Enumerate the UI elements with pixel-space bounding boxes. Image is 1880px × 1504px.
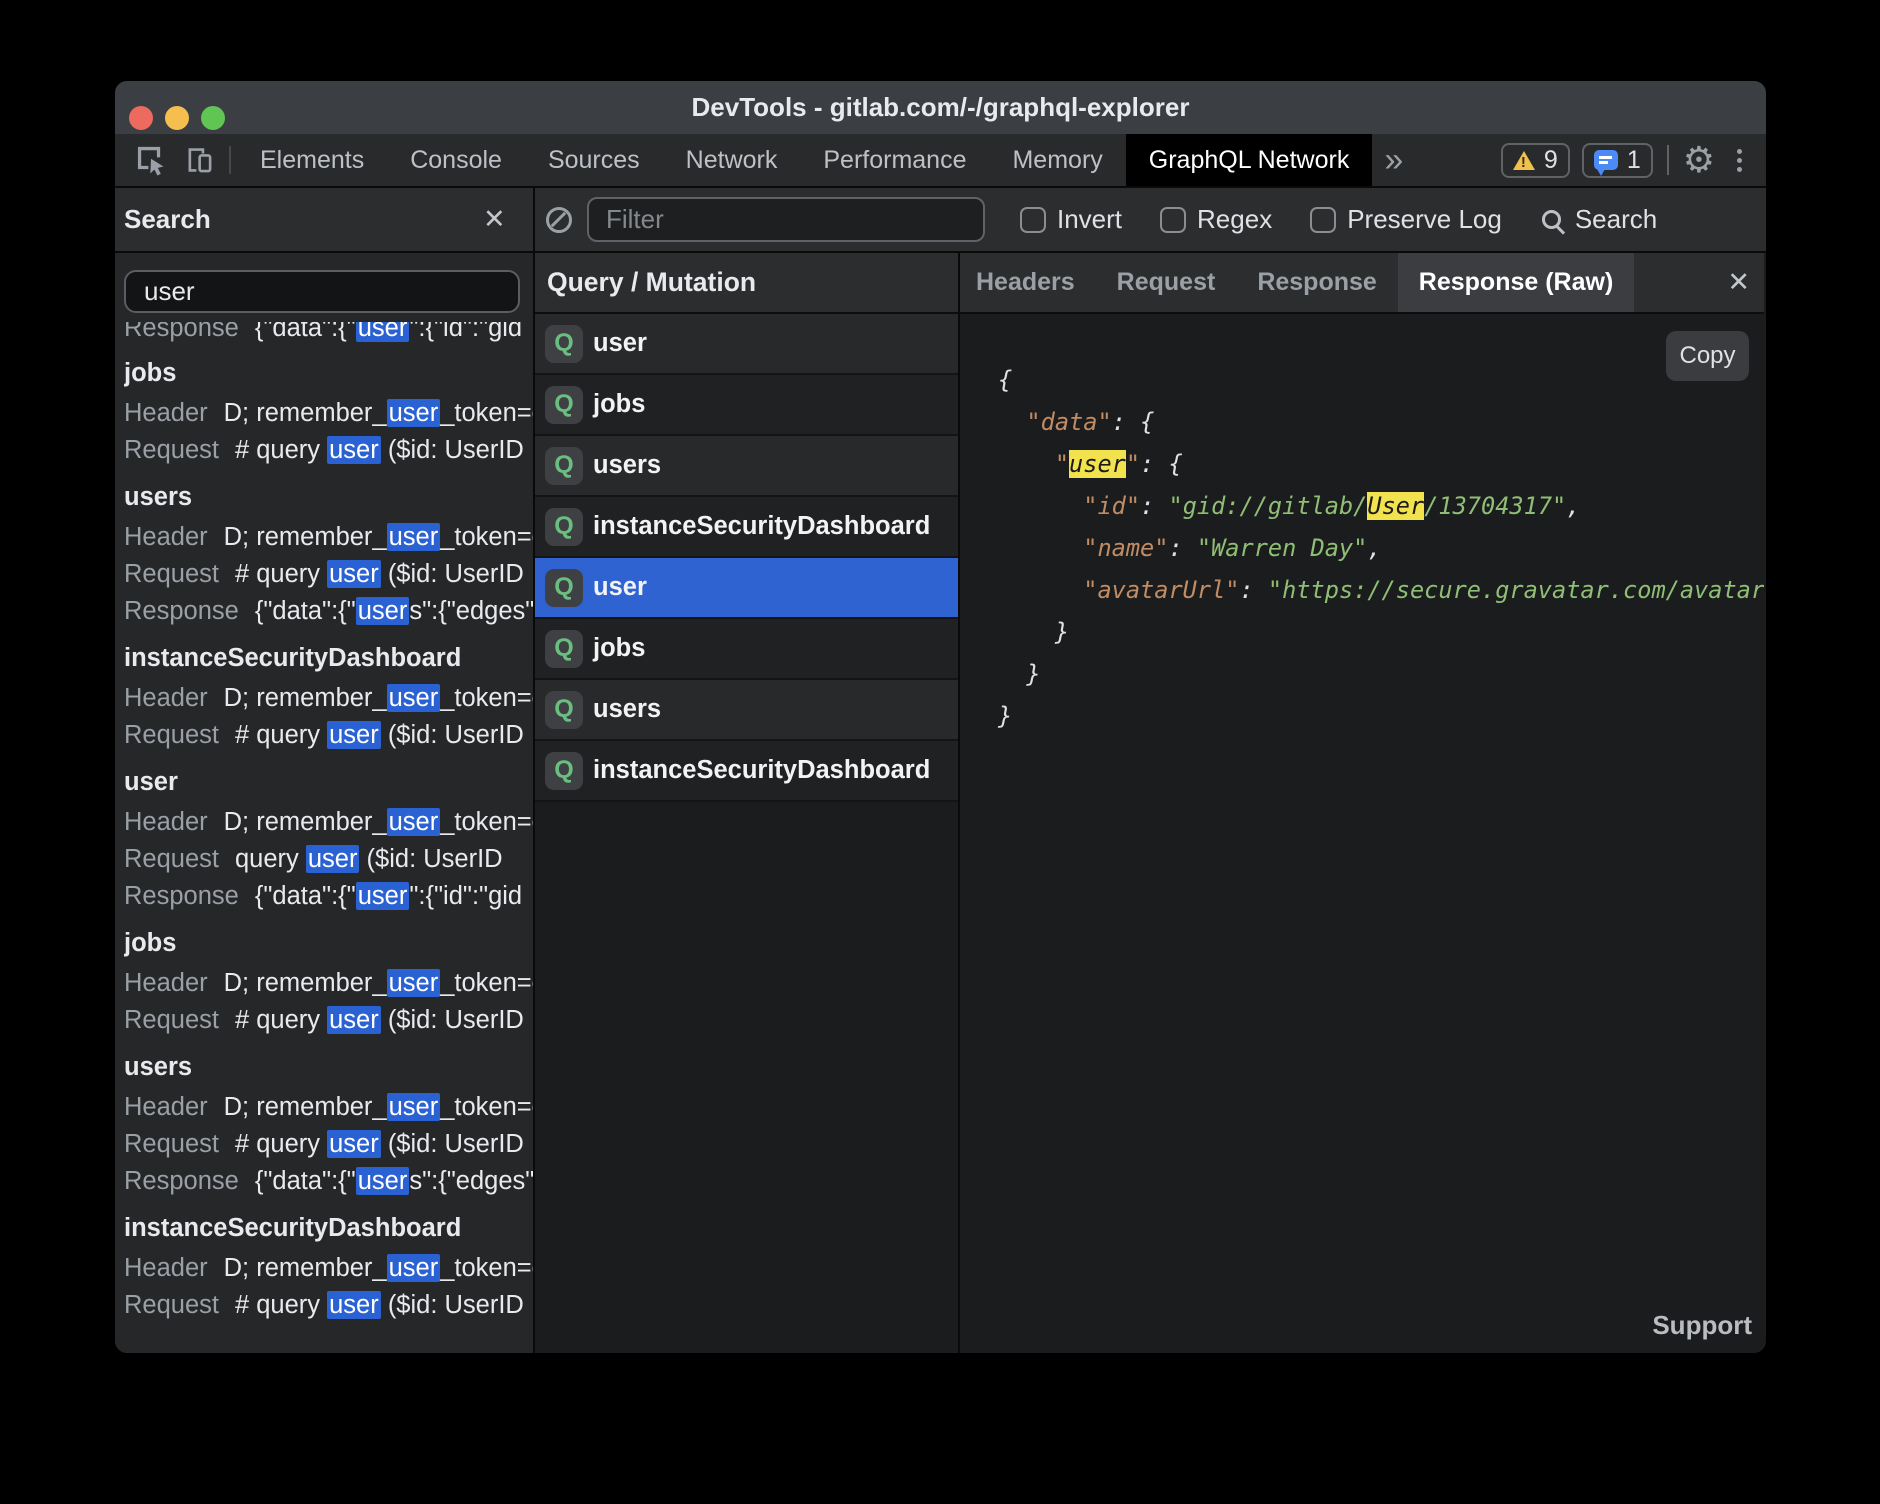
settings-gear-icon[interactable]: ⚙ bbox=[1683, 134, 1715, 186]
close-search-icon[interactable]: ✕ bbox=[483, 188, 506, 251]
search-result-group: instanceSecurityDashboardHeaderD; rememb… bbox=[124, 1210, 535, 1324]
query-list-item[interactable]: QinstanceSecurityDashboard bbox=[535, 497, 958, 558]
query-list-item[interactable]: Qusers bbox=[535, 680, 958, 741]
search-result-line[interactable]: Request# query user ($id: UserID bbox=[124, 556, 535, 593]
minimize-window-button[interactable] bbox=[165, 106, 189, 130]
search-icon[interactable] bbox=[1542, 210, 1561, 229]
support-link[interactable]: Support bbox=[1652, 1310, 1752, 1341]
tab-network[interactable]: Network bbox=[663, 134, 801, 186]
search-result-line[interactable]: Request# query user ($id: UserID bbox=[124, 1002, 535, 1039]
query-type-icon: Q bbox=[545, 386, 583, 424]
query-type-icon: Q bbox=[545, 569, 583, 607]
search-result-line[interactable]: HeaderD; remember_user_token=ey bbox=[124, 680, 535, 717]
query-type-icon: Q bbox=[545, 325, 583, 363]
query-list-header: Query / Mutation bbox=[535, 253, 958, 314]
search-result-group: jobsHeaderD; remember_user_token=eyReque… bbox=[124, 925, 535, 1039]
search-input[interactable]: user bbox=[124, 270, 520, 313]
search-results-list: Response{"data":{"user":{"id":"gid jobsHe… bbox=[124, 322, 535, 1353]
regex-label[interactable]: Regex bbox=[1197, 204, 1272, 235]
invert-checkbox[interactable] bbox=[1020, 207, 1046, 233]
toolbar-separator bbox=[229, 146, 231, 174]
query-list-item[interactable]: Qusers bbox=[535, 436, 958, 497]
query-list-item[interactable]: Quser bbox=[535, 558, 958, 619]
search-result-line[interactable]: Response{"data":{"user":{"id":"gid bbox=[124, 322, 535, 345]
search-result-line[interactable]: HeaderD; remember_user_token=ey bbox=[124, 395, 535, 432]
copy-button[interactable]: Copy bbox=[1666, 331, 1749, 381]
search-panel-header: Search ✕ bbox=[115, 188, 533, 251]
more-options-icon[interactable] bbox=[1737, 149, 1742, 172]
clear-icon[interactable] bbox=[546, 207, 572, 233]
preserve-log-label[interactable]: Preserve Log bbox=[1347, 204, 1502, 235]
search-result-line[interactable]: HeaderD; remember_user_token=ey bbox=[124, 519, 535, 556]
maximize-window-button[interactable] bbox=[201, 106, 225, 130]
device-toolbar-icon[interactable] bbox=[175, 134, 223, 186]
devtools-window: DevTools - gitlab.com/-/graphql-explorer… bbox=[115, 81, 1766, 1353]
search-result-group: instanceSecurityDashboardHeaderD; rememb… bbox=[124, 640, 535, 754]
warnings-badge[interactable]: 9 bbox=[1501, 143, 1570, 178]
search-result-line[interactable]: Request# query user ($id: UserID bbox=[124, 432, 535, 469]
search-result-group: usersHeaderD; remember_user_token=eyRequ… bbox=[124, 1049, 535, 1200]
search-result-line[interactable]: Request# query user ($id: UserID bbox=[124, 1126, 535, 1163]
filter-toolbar: Filter Invert Regex Preserve Log Search bbox=[533, 188, 1766, 251]
close-window-button[interactable] bbox=[129, 106, 153, 130]
query-type-icon: Q bbox=[545, 447, 583, 485]
search-result-line[interactable]: HeaderD; remember_user_token=ey bbox=[124, 804, 535, 841]
search-label[interactable]: Search bbox=[1575, 204, 1657, 235]
invert-label[interactable]: Invert bbox=[1057, 204, 1122, 235]
query-type-icon: Q bbox=[545, 691, 583, 729]
search-result-line[interactable]: Requestquery user ($id: UserID bbox=[124, 841, 535, 878]
inspect-element-icon[interactable] bbox=[127, 134, 175, 186]
tab-memory[interactable]: Memory bbox=[989, 134, 1125, 186]
message-icon bbox=[1594, 150, 1618, 170]
search-panel-title: Search bbox=[124, 204, 211, 235]
search-result-group: userHeaderD; remember_user_token=eyReque… bbox=[124, 764, 535, 915]
detail-tab-headers[interactable]: Headers bbox=[958, 253, 1096, 312]
tab-elements[interactable]: Elements bbox=[237, 134, 387, 186]
query-list-item[interactable]: Qjobs bbox=[535, 619, 958, 680]
detail-tab-request[interactable]: Request bbox=[1096, 253, 1237, 312]
detail-panel: HeadersRequestResponseResponse (Raw) ✕ {… bbox=[958, 253, 1764, 1353]
query-type-icon: Q bbox=[545, 752, 583, 790]
search-result-line[interactable]: Response{"data":{"users":{"edges":[user bbox=[124, 593, 535, 630]
search-result-line[interactable]: HeaderD; remember_user_token=ey bbox=[124, 1089, 535, 1126]
preserve-log-checkbox[interactable] bbox=[1310, 207, 1336, 233]
more-tabs-chevron[interactable]: » bbox=[1384, 134, 1403, 186]
search-result-group: usersHeaderD; remember_user_token=eyRequ… bbox=[124, 479, 535, 630]
tab-performance[interactable]: Performance bbox=[800, 134, 989, 186]
traffic-lights bbox=[129, 106, 225, 130]
search-result-line[interactable]: Request# query user ($id: UserID bbox=[124, 717, 535, 754]
detail-tab-response-raw-[interactable]: Response (Raw) bbox=[1398, 253, 1634, 312]
search-results-panel: user Response{"data":{"user":{"id":"gid j… bbox=[115, 253, 535, 1353]
tab-sources[interactable]: Sources bbox=[525, 134, 663, 186]
tab-console[interactable]: Console bbox=[387, 134, 525, 186]
query-list-panel: Query / Mutation QuserQjobsQusersQinstan… bbox=[535, 253, 958, 1353]
window-title: DevTools - gitlab.com/-/graphql-explorer bbox=[692, 92, 1190, 123]
devtools-tab-bar: ElementsConsoleSourcesNetworkPerformance… bbox=[115, 134, 1766, 188]
search-result-line[interactable]: HeaderD; remember_user_token=ey bbox=[124, 965, 535, 1002]
filter-input[interactable]: Filter bbox=[587, 197, 985, 242]
tab-graphql-network[interactable]: GraphQL Network bbox=[1126, 134, 1373, 186]
search-result-line[interactable]: Response{"data":{"user":{"id":"gid bbox=[124, 878, 535, 915]
query-list-item[interactable]: QinstanceSecurityDashboard bbox=[535, 741, 958, 802]
query-list-item[interactable]: Quser bbox=[535, 314, 958, 375]
search-result-line[interactable]: Request# query user ($id: UserID bbox=[124, 1287, 535, 1324]
response-raw-json: { "data": { "user": { "id": "gid://gitla… bbox=[958, 314, 1764, 737]
title-bar: DevTools - gitlab.com/-/graphql-explorer bbox=[115, 81, 1766, 134]
search-result-group: jobsHeaderD; remember_user_token=eyReque… bbox=[124, 355, 535, 469]
search-result-line[interactable]: HeaderD; remember_user_token=ey bbox=[124, 1250, 535, 1287]
query-type-icon: Q bbox=[545, 630, 583, 668]
detail-tabs: HeadersRequestResponseResponse (Raw) ✕ bbox=[958, 253, 1764, 314]
search-result-line[interactable]: Response{"data":{"users":{"edges":[user bbox=[124, 1163, 535, 1200]
query-type-icon: Q bbox=[545, 508, 583, 546]
query-list-item[interactable]: Qjobs bbox=[535, 375, 958, 436]
regex-checkbox[interactable] bbox=[1160, 207, 1186, 233]
warning-icon bbox=[1513, 151, 1535, 170]
issues-badge[interactable]: 1 bbox=[1582, 143, 1653, 178]
detail-tab-response[interactable]: Response bbox=[1236, 253, 1397, 312]
close-detail-icon[interactable]: ✕ bbox=[1727, 253, 1750, 312]
panel-toolbar: Search ✕ Filter Invert Regex Preserve Lo… bbox=[115, 188, 1766, 253]
